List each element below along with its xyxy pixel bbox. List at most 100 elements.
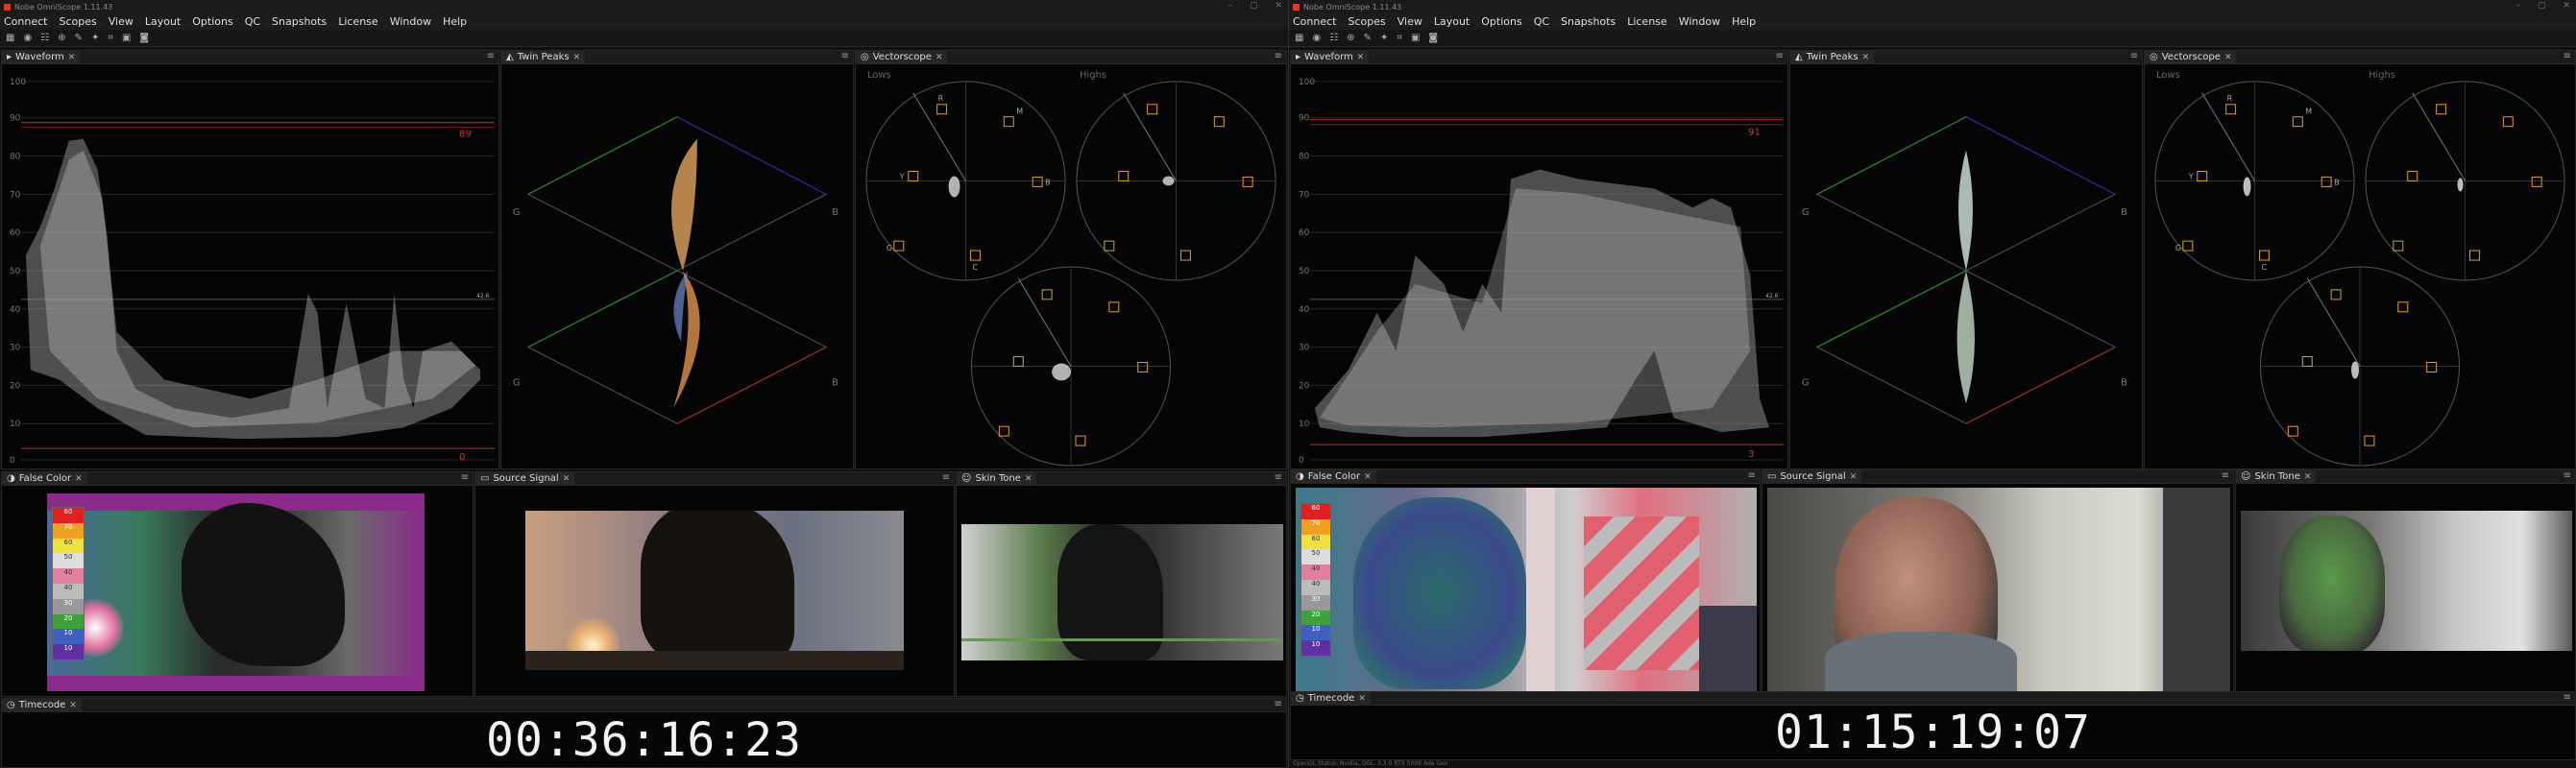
grid-icon[interactable]: ▦ <box>6 33 14 43</box>
panel-menu-icon[interactable]: ≡ <box>2564 470 2571 481</box>
vector-blob-lows <box>2243 177 2251 197</box>
panel-menu-icon[interactable]: ≡ <box>1275 472 1282 483</box>
panel-menu-icon[interactable]: ≡ <box>2564 51 2571 61</box>
status-bar: OpenGL Status: Nvidia, OGL, 3.3.0 RTX 50… <box>1293 760 1448 767</box>
magic-icon[interactable]: ✦ <box>91 33 99 43</box>
grid-icon[interactable]: ▦ <box>1295 33 1303 43</box>
vec-label-y: Y <box>2188 172 2194 180</box>
vector-blob-highs <box>1162 176 1175 186</box>
close-tab-icon[interactable]: ✕ <box>1862 53 1870 62</box>
tab-vectorscope[interactable]: ◎ Vectorscope ✕ <box>856 51 948 64</box>
tab-waveform[interactable]: ▸ Waveform ✕ <box>1291 51 1370 64</box>
menu-options[interactable]: Options <box>192 15 232 28</box>
connect-icon[interactable]: ◉ <box>1312 33 1321 43</box>
close-tab-icon[interactable]: ✕ <box>75 474 83 484</box>
panel-menu-icon[interactable]: ≡ <box>942 472 950 483</box>
menu-snapshots[interactable]: Snapshots <box>272 15 327 28</box>
crop-icon[interactable]: ⌗ <box>1397 33 1402 43</box>
panel-menu-icon[interactable]: ≡ <box>841 51 849 61</box>
close-tab-icon[interactable]: ✕ <box>573 53 581 62</box>
toolbar: ▦ ◉ ☷ ⊕ ✎ ✦ ⌗ ▣ ◙ <box>0 30 1288 47</box>
highs-label: Highs <box>2369 70 2395 81</box>
tab-twin-peaks[interactable]: ◭ Twin Peaks ✕ <box>501 51 586 64</box>
layout-icon[interactable]: ☷ <box>1329 33 1338 43</box>
tab-twin-peaks[interactable]: ◭ Twin Peaks ✕ <box>1790 51 1875 64</box>
omniscope-window-left: Nobe OmniScope 1.11.43 – ▢ ✕ Connect Scope… <box>0 0 1288 768</box>
menu-license[interactable]: License <box>338 15 377 28</box>
close-tab-icon[interactable]: ✕ <box>1364 472 1372 482</box>
close-tab-icon[interactable]: ✕ <box>563 474 571 484</box>
app-logo-icon <box>4 3 11 11</box>
close-tab-icon[interactable]: ✕ <box>2224 53 2232 62</box>
tools-icon[interactable]: ✎ <box>75 33 83 43</box>
snapshot-icon[interactable]: ▣ <box>1411 33 1420 43</box>
magic-icon[interactable]: ✦ <box>1380 33 1388 43</box>
menu-view[interactable]: View <box>109 15 134 28</box>
panel-menu-icon[interactable]: ≡ <box>2130 51 2138 61</box>
menu-snapshots[interactable]: Snapshots <box>1561 15 1616 28</box>
tab-false-color[interactable]: ◑ False Color ✕ <box>2 472 87 486</box>
low-marker: 3 <box>1748 449 1754 460</box>
maximize-icon[interactable]: ▢ <box>1250 1 1258 11</box>
menu-layout[interactable]: Layout <box>1434 15 1470 28</box>
tab-skin-tone[interactable]: ☺ Skin Tone ✕ <box>957 472 1037 486</box>
panel-menu-icon[interactable]: ≡ <box>1275 51 1282 61</box>
tab-skin-tone[interactable]: ☺ Skin Tone ✕ <box>2236 470 2317 484</box>
panel-menu-icon[interactable]: ≡ <box>461 472 469 483</box>
tab-false-color[interactable]: ◑ False Color ✕ <box>1291 470 1376 484</box>
tab-source-signal[interactable]: ▭ Source Signal ✕ <box>1762 470 1862 484</box>
layout-icon[interactable]: ☷ <box>40 33 49 43</box>
camera-icon[interactable]: ◙ <box>1428 33 1438 43</box>
minimize-icon[interactable]: – <box>2515 1 2520 11</box>
menu-scopes[interactable]: Scopes <box>59 15 96 28</box>
panel-menu-icon[interactable]: ≡ <box>487 51 495 61</box>
connect-icon[interactable]: ◉ <box>23 33 32 43</box>
tick-80: 80 <box>10 153 21 162</box>
menu-license[interactable]: License <box>1627 15 1666 28</box>
tab-waveform[interactable]: ▸ Waveform ✕ <box>2 51 81 64</box>
vec-label-c: C <box>2261 263 2267 272</box>
close-window-icon[interactable]: ✕ <box>1275 1 1282 11</box>
tab-timecode[interactable]: ◷ Timecode ✕ <box>1291 692 1371 706</box>
menu-help[interactable]: Help <box>1732 15 1756 28</box>
target-icon[interactable]: ⊕ <box>1347 33 1354 43</box>
maximize-icon[interactable]: ▢ <box>2538 1 2546 11</box>
target-icon[interactable]: ⊕ <box>58 33 65 43</box>
panel-menu-icon[interactable]: ≡ <box>2222 470 2229 481</box>
close-tab-icon[interactable]: ✕ <box>1850 472 1858 482</box>
close-tab-icon[interactable]: ✕ <box>2304 472 2312 482</box>
close-tab-icon[interactable]: ✕ <box>1357 53 1365 62</box>
close-tab-icon[interactable]: ✕ <box>1025 474 1033 484</box>
crop-icon[interactable]: ⌗ <box>108 33 113 43</box>
menu-connect[interactable]: Connect <box>4 15 47 28</box>
menu-window[interactable]: Window <box>1679 15 1720 28</box>
close-tab-icon[interactable]: ✕ <box>69 701 77 710</box>
close-tab-icon[interactable]: ✕ <box>68 53 76 62</box>
label-g-bottom: G <box>513 377 521 388</box>
menu-help[interactable]: Help <box>443 15 467 28</box>
menu-scopes[interactable]: Scopes <box>1348 15 1385 28</box>
close-tab-icon[interactable]: ✕ <box>936 53 943 62</box>
close-tab-icon[interactable]: ✕ <box>1358 694 1366 704</box>
menu-options[interactable]: Options <box>1481 15 1521 28</box>
tab-timecode[interactable]: ◷ Timecode ✕ <box>2 699 82 712</box>
tab-vectorscope[interactable]: ◎ Vectorscope ✕ <box>2145 51 2237 64</box>
panel-menu-icon[interactable]: ≡ <box>2564 692 2571 703</box>
camera-icon[interactable]: ◙ <box>139 33 149 43</box>
snapshot-icon[interactable]: ▣ <box>122 33 131 43</box>
menu-qc[interactable]: QC <box>245 15 260 28</box>
close-window-icon[interactable]: ✕ <box>2563 1 2570 11</box>
panel-menu-icon[interactable]: ≡ <box>1776 51 1784 61</box>
menu-window[interactable]: Window <box>390 15 431 28</box>
panel-menu-icon[interactable]: ≡ <box>1748 470 1756 481</box>
tab-source-signal[interactable]: ▭ Source Signal ✕ <box>475 472 575 486</box>
menu-connect[interactable]: Connect <box>1293 15 1336 28</box>
tick-60: 60 <box>10 228 21 238</box>
tools-icon[interactable]: ✎ <box>1364 33 1372 43</box>
waveform-icon: ▸ <box>1296 52 1301 62</box>
menu-view[interactable]: View <box>1397 15 1422 28</box>
minimize-icon[interactable]: – <box>1227 1 1232 11</box>
menu-layout[interactable]: Layout <box>145 15 181 28</box>
panel-menu-icon[interactable]: ≡ <box>1275 699 1282 709</box>
menu-qc[interactable]: QC <box>1534 15 1549 28</box>
